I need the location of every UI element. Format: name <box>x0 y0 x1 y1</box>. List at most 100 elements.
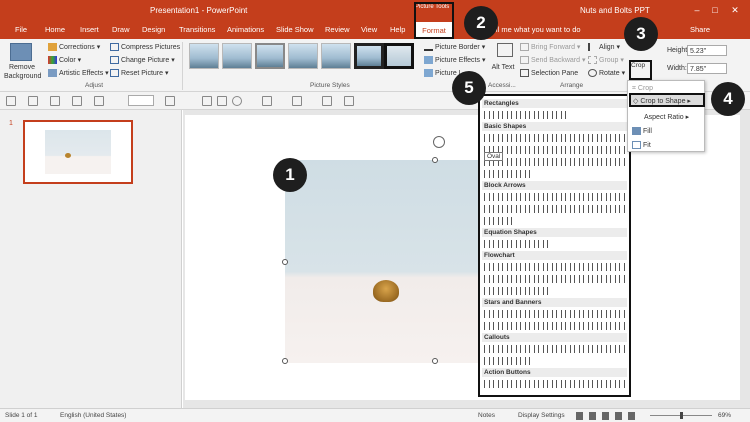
menu-crop[interactable]: ⌗ Crop <box>632 85 653 93</box>
tab-slideshow[interactable]: Slide Show <box>276 25 314 34</box>
picture-style-4[interactable] <box>288 43 318 69</box>
resize-handle[interactable] <box>282 259 288 265</box>
shape-row[interactable] <box>484 322 626 330</box>
tab-home[interactable]: Home <box>45 25 65 34</box>
alt-text-button[interactable]: Alt Text <box>490 63 516 72</box>
shape-row[interactable] <box>484 287 550 295</box>
height-input[interactable]: 5.23" <box>687 45 727 56</box>
rotate-button[interactable]: Rotate ▾ <box>588 69 625 78</box>
fill-icon[interactable] <box>50 96 60 106</box>
tell-me-search[interactable]: Tell me what you want to do <box>488 25 581 34</box>
shape-row[interactable] <box>484 275 626 283</box>
corrections-button[interactable]: Corrections ▾ <box>48 43 100 52</box>
rectangle-icon[interactable] <box>202 96 212 106</box>
shape-row[interactable] <box>484 345 626 353</box>
tab-help[interactable]: Help <box>390 25 405 34</box>
shape-row[interactable] <box>484 205 626 213</box>
shape-row[interactable] <box>484 357 532 365</box>
shape-row[interactable] <box>484 240 550 248</box>
tab-transitions[interactable]: Transitions <box>179 25 215 34</box>
shape-row[interactable] <box>484 193 626 201</box>
align-button[interactable]: Align ▾ <box>588 43 620 52</box>
menu-aspect-ratio[interactable]: Aspect Ratio ▸ <box>644 113 689 121</box>
picture-style-2[interactable] <box>222 43 252 69</box>
send-backward-button[interactable]: Send Backward ▾ <box>520 56 586 65</box>
slide-thumbnail[interactable] <box>23 120 133 184</box>
group-icon[interactable] <box>165 96 175 106</box>
toolbar-icon[interactable] <box>6 96 16 106</box>
callout-2: 2 <box>464 6 498 40</box>
tab-design[interactable]: Design <box>142 25 165 34</box>
picture-style-icon[interactable] <box>344 96 354 106</box>
resize-handle[interactable] <box>432 157 438 163</box>
resize-handle[interactable] <box>282 358 288 364</box>
width-input[interactable]: 7.85" <box>687 63 727 74</box>
user-name[interactable]: Nuts and Bolts PPT <box>580 6 650 15</box>
view-buttons[interactable] <box>576 412 636 420</box>
width-label: Width: <box>667 65 687 72</box>
zoom-level[interactable]: 69% <box>718 412 731 419</box>
change-picture-button[interactable]: Change Picture ▾ <box>110 56 175 65</box>
tab-view[interactable]: View <box>361 25 377 34</box>
crop-icon[interactable] <box>322 96 332 106</box>
shape-row[interactable] <box>484 217 514 225</box>
bring-forward-button[interactable]: Bring Forward ▾ <box>520 43 580 52</box>
menu-fit[interactable]: Fit <box>632 141 651 149</box>
display-settings-button[interactable]: Display Settings <box>518 412 565 419</box>
group-button[interactable]: Group ▾ <box>588 56 624 65</box>
fit-label: Fit <box>643 141 651 149</box>
arrange-icon[interactable] <box>262 96 272 106</box>
minimize-icon[interactable]: – <box>690 3 704 17</box>
align-icon[interactable] <box>292 96 302 106</box>
artistic-effects-button[interactable]: Artistic Effects ▾ <box>48 69 109 78</box>
picture-style-3[interactable] <box>255 43 285 69</box>
picture-style-5[interactable] <box>321 43 351 69</box>
artistic-effects-icon <box>48 69 57 78</box>
picture-style-7[interactable] <box>384 43 414 69</box>
resize-handle[interactable] <box>432 358 438 364</box>
remove-background-button[interactable]: Remove Background <box>4 63 41 81</box>
selected-picture[interactable] <box>285 160 480 363</box>
callout-5: 5 <box>452 71 486 105</box>
tab-review[interactable]: Review <box>325 25 350 34</box>
language[interactable]: English (United States) <box>60 412 126 419</box>
shape-row[interactable] <box>484 158 626 166</box>
shape-row[interactable] <box>484 380 626 388</box>
compress-pictures-button[interactable]: Compress Pictures <box>110 43 180 51</box>
line-icon[interactable] <box>94 96 104 106</box>
line-shape-icon[interactable] <box>217 96 227 106</box>
font-size-input[interactable] <box>128 95 154 106</box>
picture-style-6[interactable] <box>354 43 384 69</box>
selection-pane-button[interactable]: Selection Pane <box>520 69 578 77</box>
section-equation-shapes: Equation Shapes <box>482 228 627 237</box>
oval-icon[interactable] <box>232 96 242 106</box>
tab-insert[interactable]: Insert <box>80 25 99 34</box>
share-button[interactable]: Share <box>690 25 710 34</box>
shape-row[interactable] <box>484 111 566 119</box>
shape-row[interactable] <box>484 310 626 318</box>
shape-row[interactable] <box>484 170 532 178</box>
tab-file[interactable]: File <box>15 25 27 34</box>
font-color-icon[interactable] <box>28 96 38 106</box>
color-button[interactable]: Color ▾ <box>48 56 81 65</box>
maximize-icon[interactable]: □ <box>708 3 722 17</box>
picture-style-1[interactable] <box>189 43 219 69</box>
compress-icon <box>110 43 119 51</box>
tab-animations[interactable]: Animations <box>227 25 264 34</box>
picture-effects-button[interactable]: Picture Effects ▾ <box>424 56 485 65</box>
notes-button[interactable]: Notes <box>478 412 495 419</box>
picture-border-button[interactable]: Picture Border ▾ <box>424 43 485 52</box>
menu-crop-to-shape[interactable]: ◇ Crop to Shape ▸ <box>629 93 705 107</box>
tab-draw[interactable]: Draw <box>112 25 130 34</box>
zoom-thumb[interactable] <box>680 412 683 419</box>
close-icon[interactable]: ✕ <box>728 3 742 17</box>
reset-picture-button[interactable]: Reset Picture ▾ <box>110 69 169 78</box>
rotate-handle-icon[interactable] <box>433 136 445 148</box>
shape-row[interactable] <box>484 146 626 154</box>
thumbnail-picture <box>45 130 111 174</box>
shape-outline-icon[interactable] <box>72 96 82 106</box>
menu-fill[interactable]: Fill <box>632 127 652 135</box>
shape-row[interactable] <box>484 263 626 271</box>
send-backward-icon <box>520 56 529 65</box>
shape-row[interactable] <box>484 134 626 142</box>
